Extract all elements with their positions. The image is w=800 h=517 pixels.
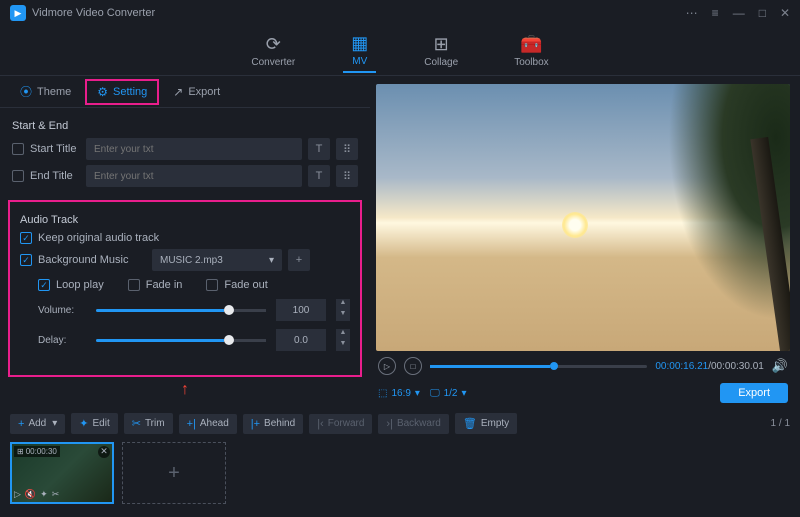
end-text-style-button[interactable]: T bbox=[308, 165, 330, 187]
end-title-input[interactable] bbox=[86, 165, 302, 187]
forward-icon: |‹ bbox=[317, 418, 324, 430]
delay-slider[interactable] bbox=[96, 339, 266, 342]
gear-icon: ⚙ bbox=[97, 85, 108, 99]
tab-theme[interactable]: ⦿Theme bbox=[10, 79, 81, 104]
aspect-ratio-select[interactable]: ⬚16:9▾ bbox=[378, 388, 420, 399]
clip-edit-icon[interactable]: ✦ bbox=[40, 489, 48, 500]
keep-audio-label: Keep original audio track bbox=[38, 232, 159, 244]
empty-button[interactable]: 🗑Empty bbox=[455, 413, 517, 434]
end-text-options-button[interactable]: ⠿ bbox=[336, 165, 358, 187]
clip-mute-icon[interactable]: 🔇 bbox=[25, 489, 36, 500]
end-title-checkbox[interactable] bbox=[12, 170, 24, 182]
progress-slider[interactable] bbox=[430, 365, 647, 368]
start-title-label: Start Title bbox=[30, 143, 80, 155]
theme-icon: ⦿ bbox=[20, 83, 32, 100]
minimize-icon[interactable]: — bbox=[733, 6, 745, 20]
chevron-down-icon: ▾ bbox=[415, 388, 420, 399]
app-title: Vidmore Video Converter bbox=[32, 7, 155, 19]
tab-setting[interactable]: ⚙Setting bbox=[85, 79, 159, 105]
clip-thumbnail[interactable]: ⊞00:00:30 ✕ ▷ 🔇 ✦ ✂ bbox=[10, 442, 114, 504]
monitor-icon: 🖵 bbox=[430, 388, 440, 399]
bgm-checkbox[interactable] bbox=[20, 254, 32, 266]
end-title-label: End Title bbox=[30, 170, 80, 182]
clip-remove-button[interactable]: ✕ bbox=[98, 446, 110, 458]
maximize-icon[interactable]: □ bbox=[759, 6, 766, 20]
loop-checkbox[interactable] bbox=[38, 279, 50, 291]
chevron-down-icon: ▾ bbox=[462, 388, 467, 399]
scissors-icon: ✂ bbox=[132, 417, 141, 430]
delay-label: Delay: bbox=[38, 335, 86, 346]
nav-toolbox[interactable]: 🧰Toolbox bbox=[506, 30, 556, 72]
volume-value[interactable]: 100 bbox=[276, 299, 326, 321]
volume-icon[interactable]: 🔊 bbox=[772, 358, 788, 374]
tab-export[interactable]: ↗Export bbox=[163, 81, 230, 103]
converter-icon: ⟳ bbox=[266, 34, 281, 55]
stop-button[interactable]: □ bbox=[404, 357, 422, 375]
start-text-style-button[interactable]: T bbox=[308, 138, 330, 160]
volume-label: Volume: bbox=[38, 305, 86, 316]
nav-mv[interactable]: ▦MV bbox=[343, 29, 376, 73]
chevron-down-icon: ▾ bbox=[52, 418, 57, 429]
fadeout-checkbox[interactable] bbox=[206, 279, 218, 291]
fadein-checkbox[interactable] bbox=[128, 279, 140, 291]
forward-button[interactable]: |‹Forward bbox=[309, 414, 372, 434]
export-icon: ↗ bbox=[173, 85, 183, 99]
add-clip-button[interactable]: + bbox=[122, 442, 226, 504]
aspect-icon: ⬚ bbox=[378, 388, 387, 399]
filmstrip-icon: ⊞ bbox=[17, 447, 24, 456]
video-preview bbox=[376, 84, 790, 351]
start-title-input[interactable] bbox=[86, 138, 302, 160]
delay-value[interactable]: 0.0 bbox=[276, 329, 326, 351]
volume-slider[interactable] bbox=[96, 309, 266, 312]
app-logo: ▶ bbox=[10, 5, 26, 21]
keep-audio-checkbox[interactable] bbox=[20, 232, 32, 244]
bgm-add-button[interactable]: + bbox=[288, 249, 310, 271]
scale-select[interactable]: 🖵1/2▾ bbox=[430, 388, 467, 399]
close-icon[interactable]: ✕ bbox=[780, 6, 790, 20]
export-button[interactable]: Export bbox=[720, 383, 788, 403]
backward-icon: ›| bbox=[386, 418, 393, 430]
audio-track-header: Audio Track bbox=[20, 214, 350, 226]
ahead-icon: +| bbox=[187, 418, 196, 430]
start-end-header: Start & End bbox=[12, 120, 358, 132]
edit-button[interactable]: ✦Edit bbox=[71, 413, 117, 434]
bgm-label: Background Music bbox=[38, 254, 146, 266]
ahead-button[interactable]: +|Ahead bbox=[179, 414, 237, 434]
nav-collage[interactable]: ⊞Collage bbox=[416, 30, 466, 72]
clip-duration: ⊞00:00:30 bbox=[14, 446, 60, 457]
toolbox-icon: 🧰 bbox=[520, 34, 542, 55]
trim-button[interactable]: ✂Trim bbox=[124, 413, 173, 434]
volume-down-button[interactable]: ▼ bbox=[336, 310, 350, 321]
volume-up-button[interactable]: ▲ bbox=[336, 299, 350, 310]
highlight-arrow-icon: ↑ bbox=[0, 381, 370, 399]
clip-play-icon[interactable]: ▷ bbox=[14, 489, 21, 500]
trash-icon: 🗑 bbox=[463, 417, 477, 430]
delay-down-button[interactable]: ▼ bbox=[336, 340, 350, 351]
page-indicator: 1 / 1 bbox=[771, 418, 790, 429]
menu-icon[interactable]: ≡ bbox=[712, 6, 719, 20]
behind-button[interactable]: |+Behind bbox=[243, 414, 303, 434]
plus-icon: + bbox=[18, 418, 24, 430]
bgm-select[interactable]: MUSIC 2.mp3▾ bbox=[152, 249, 282, 271]
behind-icon: |+ bbox=[251, 418, 260, 430]
add-button[interactable]: +Add▾ bbox=[10, 414, 65, 434]
collage-icon: ⊞ bbox=[434, 34, 449, 55]
start-title-checkbox[interactable] bbox=[12, 143, 24, 155]
start-text-options-button[interactable]: ⠿ bbox=[336, 138, 358, 160]
feedback-icon[interactable]: ⋯ bbox=[686, 6, 698, 20]
mv-icon: ▦ bbox=[351, 33, 368, 54]
nav-converter[interactable]: ⟳Converter bbox=[243, 30, 303, 72]
backward-button[interactable]: ›|Backward bbox=[378, 414, 448, 434]
time-display: 00:00:16.21/00:00:30.01 bbox=[655, 361, 763, 372]
wand-icon: ✦ bbox=[79, 417, 88, 430]
delay-up-button[interactable]: ▲ bbox=[336, 329, 350, 340]
clip-trim-icon[interactable]: ✂ bbox=[52, 489, 60, 500]
chevron-down-icon: ▾ bbox=[269, 255, 274, 266]
play-button[interactable]: ▷ bbox=[378, 357, 396, 375]
